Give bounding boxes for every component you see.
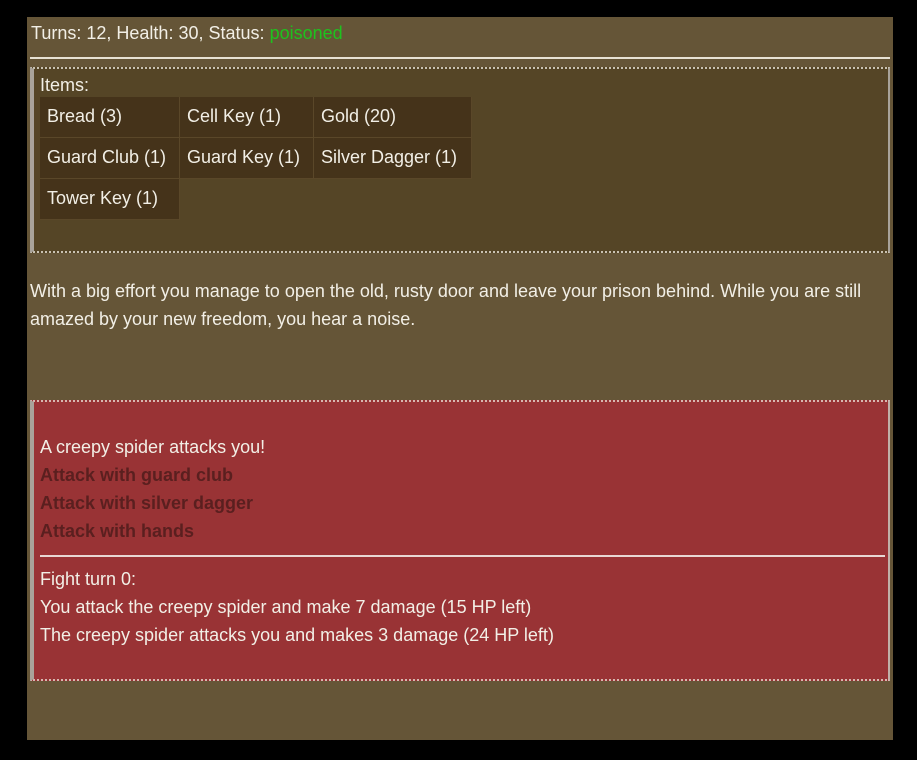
health-label: Health: <box>116 23 174 43</box>
status-bar: Turns: 12, Health: 30, Status: poisoned <box>30 17 890 49</box>
inventory-item-gold[interactable]: Gold (20) <box>314 97 472 138</box>
status-label: Status: <box>208 23 265 43</box>
fight-intro: A creepy spider attacks you! <box>40 437 266 457</box>
health-value: 30 <box>178 23 199 43</box>
inventory-item-guard-club[interactable]: Guard Club (1) <box>40 138 180 179</box>
inventory-item-tower-key[interactable]: Tower Key (1) <box>40 179 180 220</box>
inventory-panel: Items: Bread (3) Cell Key (1) Gold (20) … <box>30 67 890 253</box>
fight-log-line: You attack the creepy spider and make 7 … <box>40 597 532 617</box>
turns-value: 12 <box>86 23 107 43</box>
status-value: poisoned <box>269 23 343 43</box>
attack-guard-club-option[interactable]: Attack with guard club <box>40 461 882 489</box>
fight-panel: A creepy spider attacks you! Attack with… <box>30 400 890 681</box>
divider <box>30 57 890 59</box>
inventory-item-cell-key[interactable]: Cell Key (1) <box>180 97 314 138</box>
inventory-item-bread[interactable]: Bread (3) <box>40 97 180 138</box>
attack-hands-option[interactable]: Attack with hands <box>40 517 882 545</box>
turns-label: Turns: <box>31 23 82 43</box>
separator: , <box>106 23 117 43</box>
narrative-text: With a big effort you manage to open the… <box>30 281 862 329</box>
separator: , <box>198 23 209 43</box>
game-panel: Turns: 12, Health: 30, Status: poisoned … <box>27 17 893 740</box>
fight-log-title: Fight turn 0: <box>40 569 137 589</box>
inventory-item-guard-key[interactable]: Guard Key (1) <box>180 138 314 179</box>
items-grid: Bread (3) Cell Key (1) Gold (20) Guard C… <box>40 97 882 220</box>
items-label: Items: <box>40 75 90 95</box>
fight-log-line: The creepy spider attacks you and makes … <box>40 625 554 645</box>
attack-silver-dagger-option[interactable]: Attack with silver dagger <box>40 489 882 517</box>
fight-divider <box>40 555 885 557</box>
inventory-item-silver-dagger[interactable]: Silver Dagger (1) <box>314 138 472 179</box>
